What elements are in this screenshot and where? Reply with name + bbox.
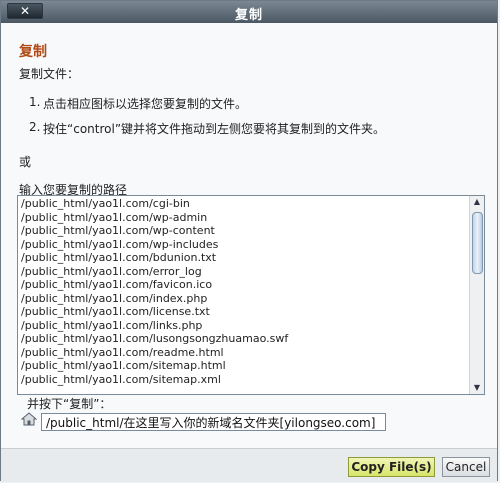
dialog-body: 复制 复制文件： 1. 点击相应图标以选择您要复制的文件。 2. 按住“cont… bbox=[1, 23, 497, 448]
step-text: 按住“control”键并将文件拖动到左侧您要将其复制到的文件夹。 bbox=[43, 122, 386, 136]
copy-dialog: ✕ 复制 复制 复制文件： 1. 点击相应图标以选择您要复制的文件。 2. 按住… bbox=[0, 0, 498, 482]
step-number: 1. bbox=[29, 95, 41, 109]
instruction-step: 2. 按住“control”键并将文件拖动到左侧您要将其复制到的文件夹。 bbox=[29, 120, 385, 137]
dialog-footer: Copy File(s) Cancel bbox=[1, 448, 497, 482]
list-item[interactable]: /public_html/yao1l.com/wp-includes bbox=[21, 238, 468, 252]
title-bar: ✕ 复制 bbox=[1, 1, 497, 23]
step-text: 点击相应图标以选择您要复制的文件。 bbox=[43, 97, 248, 111]
page-heading: 复制 bbox=[19, 44, 47, 60]
cancel-button[interactable]: Cancel bbox=[442, 457, 490, 477]
list-item[interactable]: /public_html/yao1l.com/readme.html bbox=[21, 346, 468, 360]
copy-files-button[interactable]: Copy File(s) bbox=[348, 457, 435, 477]
path-listbox[interactable]: /public_html/yao1l.com/cgi-bin/public_ht… bbox=[17, 195, 485, 395]
scroll-down-icon[interactable]: ▼ bbox=[470, 382, 484, 394]
list-item[interactable]: /public_html/yao1l.com/index.php bbox=[21, 292, 468, 306]
list-scrollbar[interactable]: ▲ ▼ bbox=[469, 196, 484, 394]
list-item[interactable]: /public_html/yao1l.com/lusongsongzhuamao… bbox=[21, 332, 468, 346]
list-item[interactable]: /public_html/yao1l.com/bdunion.txt bbox=[21, 251, 468, 265]
list-item[interactable]: /public_html/yao1l.com/links.php bbox=[21, 319, 468, 333]
list-item[interactable]: /public_html/yao1l.com/wp-content bbox=[21, 224, 468, 238]
list-item[interactable]: /public_html/yao1l.com/sitemap.html bbox=[21, 359, 468, 373]
scroll-up-icon[interactable]: ▲ bbox=[470, 196, 484, 208]
scroll-thumb[interactable] bbox=[472, 212, 483, 274]
list-item[interactable]: /public_html/yao1l.com/favicon.ico bbox=[21, 278, 468, 292]
dialog-title: 复制 bbox=[234, 8, 263, 23]
instruction-list: 1. 点击相应图标以选择您要复制的文件。 2. 按住“control”键并将文件… bbox=[29, 95, 385, 145]
destination-path-input[interactable] bbox=[41, 413, 386, 431]
list-item[interactable]: /public_html/yao1l.com/cgi-bin bbox=[21, 197, 468, 211]
step-number: 2. bbox=[29, 120, 41, 134]
home-folder-icon bbox=[21, 412, 37, 426]
copy-files-label: 复制文件： bbox=[19, 67, 80, 81]
or-separator: 或 bbox=[19, 155, 32, 169]
list-item[interactable]: /public_html/yao1l.com/wp-admin bbox=[21, 211, 468, 225]
list-item[interactable]: /public_html/yao1l.com/sitemap.xml bbox=[21, 373, 468, 387]
path-list[interactable]: /public_html/yao1l.com/cgi-bin/public_ht… bbox=[18, 196, 468, 394]
list-item[interactable]: /public_html/yao1l.com/license.txt bbox=[21, 305, 468, 319]
list-item[interactable]: /public_html/yao1l.com/error_log bbox=[21, 265, 468, 279]
instruction-step: 1. 点击相应图标以选择您要复制的文件。 bbox=[29, 95, 385, 112]
press-copy-label: 并按下“复制”： bbox=[27, 397, 112, 411]
